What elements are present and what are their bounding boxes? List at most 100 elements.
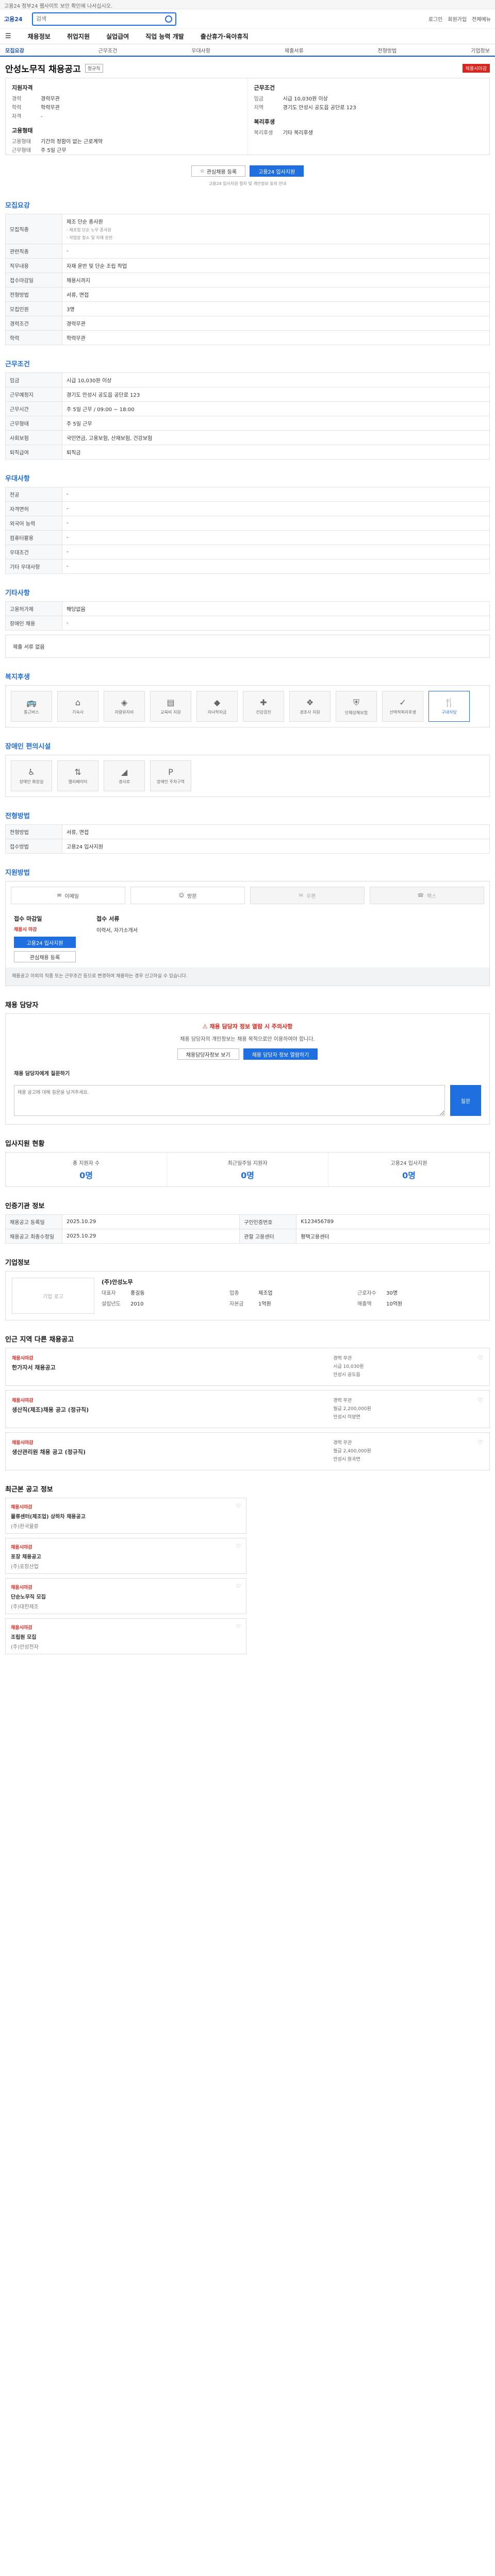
tab-recruit[interactable]: 모집요강	[5, 46, 24, 54]
list-item[interactable]: ♡ 채용시마감 조립원 모집 (주)안성전자	[5, 1618, 246, 1654]
menu-item[interactable]: 취업지원	[67, 32, 90, 41]
deadline-head: 접수 마감일	[14, 916, 42, 922]
parking-icon: P	[168, 767, 173, 777]
row-head: 장애인 채용	[5, 616, 62, 631]
elevator-icon: ⇅	[74, 767, 81, 777]
work-table: 임금 시급 10,030원 이상 근무예정지 경기도 안성시 공도읍 공단로 123…	[5, 372, 490, 460]
method-visit[interactable]: ☺ 방문	[130, 887, 245, 904]
row-head: 구인인증번호	[239, 1214, 297, 1229]
heart-icon[interactable]: ♡	[477, 1354, 483, 1379]
view-contact-button[interactable]: 채용담당자정보 보기	[177, 1048, 239, 1060]
tab-company[interactable]: 기업정보	[471, 46, 490, 54]
star-icon: ☆	[200, 168, 205, 174]
kv-value: 기간의 정함이 없는 근로계약	[41, 139, 103, 145]
main-menu: ☰ 채용정보 취업지원 실업급여 직업 능력 개발 출산휴가·육아휴직	[0, 29, 495, 44]
logo[interactable]: 고용24	[4, 13, 27, 25]
apply-note: 고용24 입사지원 절차 및 개인정보 동의 안내	[208, 181, 287, 186]
row-value: 주 5일 근무	[62, 416, 490, 431]
row-value: 주 5일 근무 / 09:00 ~ 18:00	[62, 401, 490, 416]
kv-value: 학력무관	[41, 105, 60, 111]
row-value: -	[62, 545, 490, 560]
list-item[interactable]: ♡ 채용시마감 물류센터(제조업) 상하차 채용공고 (주)한국물류	[5, 1498, 246, 1534]
apply-button-2[interactable]: 고용24 입사지원	[14, 937, 76, 948]
jobinfo-table: 채용공고 등록일 2025.10.29 구인인증번호 K123456789 채용공고 …	[5, 1214, 490, 1244]
company-box: 기업 로고 (주)안성노무 대표자 홍길동 업종 제조업 근로자수 30명 설립년도 2…	[5, 1271, 490, 1320]
mail-icon: ✉	[57, 892, 62, 899]
row-value: K123456789	[296, 1214, 490, 1229]
section-title-stats: 입사지원 현황	[5, 1140, 45, 1148]
docs-box: 제출 서류 없음	[5, 635, 490, 658]
heart-icon[interactable]: ♡	[236, 1624, 241, 1630]
row-head: 채용공고 등록일	[5, 1214, 62, 1229]
company-logo: 기업 로고	[12, 1278, 94, 1314]
all-menu-link[interactable]: 전체메뉴	[472, 15, 491, 23]
search-input[interactable]	[36, 15, 165, 22]
favorite-button[interactable]: ☆ 관심채용 등록	[191, 165, 246, 177]
list-item[interactable]: ♡ 채용시마감 단순노무직 모집 (주)대한제조	[5, 1578, 246, 1614]
graduation-icon: ◆	[213, 698, 221, 707]
menu-item[interactable]: 채용정보	[28, 32, 51, 41]
menu-item[interactable]: 실업급여	[106, 32, 129, 41]
page-title: 안성노무직 채용공고	[5, 64, 81, 75]
apply-button[interactable]: 고용24 입사지원	[250, 165, 304, 177]
hamburger-icon[interactable]: ☰	[5, 32, 11, 40]
heart-icon[interactable]: ♡	[477, 1397, 483, 1421]
menu-item[interactable]: 직업 능력 개발	[145, 32, 184, 41]
welfare-item: ❖ 경조사 지원	[289, 691, 331, 722]
question-input[interactable]	[14, 1085, 445, 1116]
login-link[interactable]: 로그인	[428, 15, 443, 23]
row-head: 모집인원	[5, 301, 62, 316]
welfare-item: ✚ 건강검진	[243, 691, 284, 722]
notice-bar: 고용24 정부24 웹사이트 보안 확인에 나서십시오.	[0, 0, 495, 9]
row-value: -	[62, 530, 490, 545]
row-value: 2025.10.29	[61, 1229, 240, 1244]
row-value: 경기도 안성시 공도읍 공단로 123	[62, 387, 490, 402]
method-email[interactable]: ✉ 이메일	[11, 887, 125, 904]
row-head: 우대조건	[5, 545, 62, 560]
list-item[interactable]: ♡ 채용시마감 포장 채용공고 (주)포장산업	[5, 1538, 246, 1574]
kv-value: 2010	[130, 1301, 144, 1307]
list-item[interactable]: 채용시마감 한가자서 채용공고 경력 무관 시급 10,030원 안성시 공도읍 ♡	[5, 1348, 490, 1386]
stat-item: 고용24 입사지원 0명	[328, 1153, 489, 1187]
row-head: 직무내용	[5, 258, 62, 273]
row-value: 제조 단순 종사원 - 제조업 단순 노무 종사원 - 작업장 청소 및 자재 운반	[62, 214, 490, 244]
menu-item[interactable]: 출산휴가·육아휴직	[201, 32, 249, 41]
search-icon[interactable]	[165, 15, 172, 23]
list-item[interactable]: 채용시마감 생산직(제조)채용 공고 (정규직) 경력 무관 월급 2,200,00…	[5, 1390, 490, 1428]
tab-work[interactable]: 근무조건	[98, 46, 118, 54]
docs-head: 접수 서류	[96, 916, 120, 922]
row-head: 관련직종	[5, 244, 62, 259]
search-box[interactable]	[32, 12, 176, 26]
row-head: 근무시간	[5, 401, 62, 416]
welfare-item: ⌂ 기숙사	[57, 691, 98, 722]
heart-icon[interactable]: ♡	[236, 1503, 241, 1509]
section-title-etc: 기타사항	[5, 589, 30, 597]
favorite-button-2[interactable]: 관심채용 등록	[14, 951, 76, 962]
tab-prefer[interactable]: 우대사항	[191, 46, 210, 54]
summary-head: 고용형태	[12, 127, 33, 134]
heart-icon[interactable]: ♡	[477, 1439, 483, 1464]
row-head: 퇴직급여	[5, 445, 62, 460]
fax-icon: ☎	[417, 892, 424, 899]
heart-icon[interactable]: ♡	[236, 1544, 241, 1549]
check-icon: ✓	[399, 698, 406, 707]
deadline-badge: 채용시마감	[462, 64, 490, 73]
prefer-table: 전공 - 자격면허 - 외국어 능력 - 컴퓨터활용 - 우대조건 - 기타 우대사항 -	[5, 487, 490, 574]
row-head: 외국어 능력	[5, 516, 62, 531]
heart-icon[interactable]: ♡	[236, 1584, 241, 1589]
facility-item: ♿ 장애인 화장실	[11, 760, 52, 791]
facility-item: ⇅ 엘리베이터	[57, 760, 98, 791]
shield-icon: ⛨	[353, 697, 359, 707]
tab-docs[interactable]: 제출서류	[285, 46, 304, 54]
open-contact-button[interactable]: 채용 담당자 정보 열람하기	[243, 1048, 318, 1060]
question-submit-button[interactable]: 질문	[450, 1085, 481, 1116]
section-title-work: 근무조건	[5, 361, 30, 368]
list-item[interactable]: 채용시마감 생산관리원 채용 공고 (정규직) 경력 무관 월급 2,400,000…	[5, 1432, 490, 1470]
method-fax[interactable]: ☎ 팩스	[370, 887, 484, 904]
signup-link[interactable]: 회원가입	[448, 15, 467, 23]
method-post[interactable]: ✉ 우편	[250, 887, 365, 904]
qa-box: ⚠ 채용 담당자 정보 열람 시 주의사항 채용 담당자의 개인정보는 채용 목…	[5, 1013, 490, 1125]
row-head: 접수방법	[5, 839, 62, 854]
top-header: 고용24 로그인 회원가입 전체메뉴	[0, 9, 495, 29]
tab-selection[interactable]: 전형방법	[378, 46, 397, 54]
